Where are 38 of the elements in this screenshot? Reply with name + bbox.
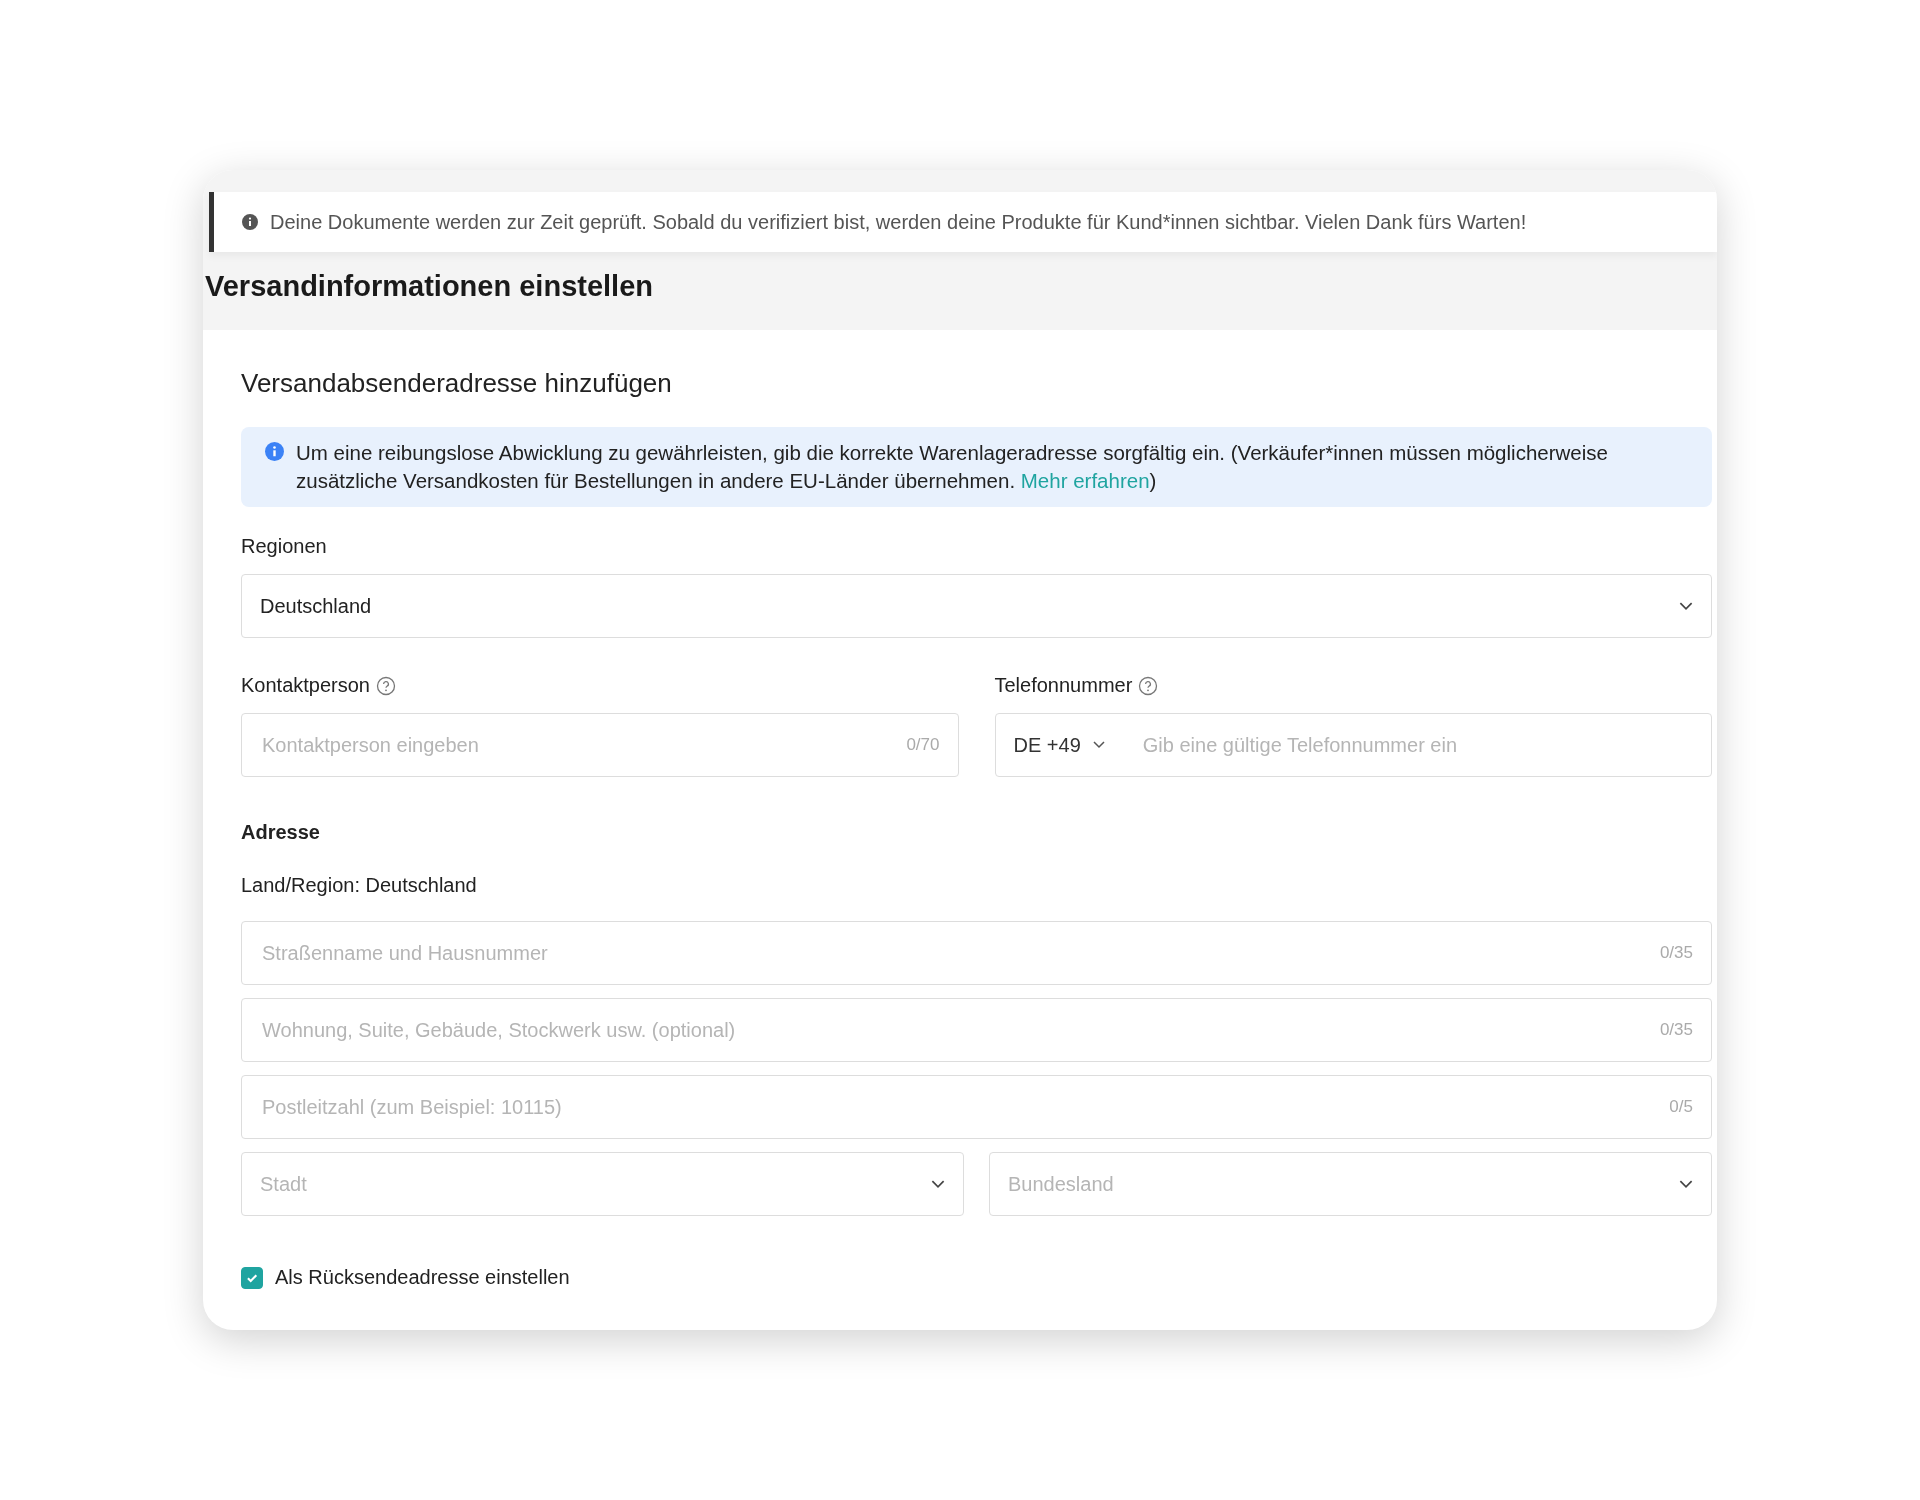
char-counter: 0/5 xyxy=(1669,1097,1693,1117)
section-title: Versandabsenderadresse hinzufügen xyxy=(241,368,673,399)
help-icon xyxy=(1138,675,1159,696)
char-counter: 0/70 xyxy=(906,735,940,755)
dropdown-select[interactable]: Bundesland xyxy=(989,1152,1712,1216)
chevron-icon xyxy=(1679,1179,1693,1189)
contact-field[interactable]: Kontaktperson eingeben 0/70 xyxy=(241,713,959,777)
checkbox[interactable] xyxy=(241,1266,263,1289)
notice-text: Deine Dokumente werden zur Zeit geprüft. Sobald du verifiziert bist, werden deine Produkte für Kund*innen sichtbar. Vielen Dank fürs Warten! xyxy=(270,210,1527,234)
checkbox-label: Als Rücksendeadresse einstellen xyxy=(275,1266,570,1289)
address-field[interactable]: Straßenname und Hausnummer 0/35 xyxy=(241,921,1712,985)
field-label: Regionen xyxy=(241,535,328,558)
help-icon xyxy=(376,675,396,696)
country-text: Land/Region: Deutschland xyxy=(241,874,478,897)
field-label: Kontaktperson xyxy=(241,674,370,697)
char-counter: 0/35 xyxy=(1659,1020,1693,1040)
address-field[interactable]: Wohnung, Suite, Gebäude, Stockwerk usw. (optional) 0/35 xyxy=(241,998,1712,1062)
chevron-icon xyxy=(1679,601,1693,611)
info-icon xyxy=(265,442,284,461)
field-label: Telefonnummer xyxy=(994,674,1133,697)
address-field[interactable]: Postleitzahl (zum Beispiel: 10115) 0/5 xyxy=(241,1075,1712,1139)
address-heading: Adresse xyxy=(241,821,321,844)
dropdown-select[interactable]: Stadt xyxy=(241,1152,964,1216)
chevron-icon xyxy=(931,1179,945,1189)
learn-more-link[interactable]: Mehr erfahren xyxy=(1020,469,1150,492)
info-icon xyxy=(242,214,258,230)
text-input[interactable]: Postleitzahl (zum Beispiel: 10115) xyxy=(260,1094,1670,1120)
country-code-select[interactable]: DE +49 xyxy=(1013,733,1123,757)
info-text: Um eine reibungslose Abwicklung zu gewährleisten, gib die korrekte Warenlageradresse sorgfältig ein. (Verkäufer*innen müssen möglicherweise zusätzliche Versandkosten für Bestellungen in andere EU-Länder übernehmen. Mehr erfahren) xyxy=(296,440,1609,494)
chevron-icon xyxy=(1092,741,1105,749)
phone-field[interactable]: DE +49 Gib eine gültige Telefonnummer ein xyxy=(994,713,1712,777)
text-input[interactable]: Straßenname und Hausnummer xyxy=(260,940,1660,966)
region-select[interactable]: Deutschland xyxy=(241,574,1712,638)
text-input[interactable]: Gib eine gültige Telefonnummer ein xyxy=(1122,714,1711,776)
page-title: Versandinformationen einstellen xyxy=(205,270,654,303)
text-input[interactable]: Kontaktperson eingeben xyxy=(260,732,907,758)
text-input[interactable]: Wohnung, Suite, Gebäude, Stockwerk usw. (optional) xyxy=(260,1017,1660,1043)
char-counter: 0/35 xyxy=(1659,943,1693,963)
